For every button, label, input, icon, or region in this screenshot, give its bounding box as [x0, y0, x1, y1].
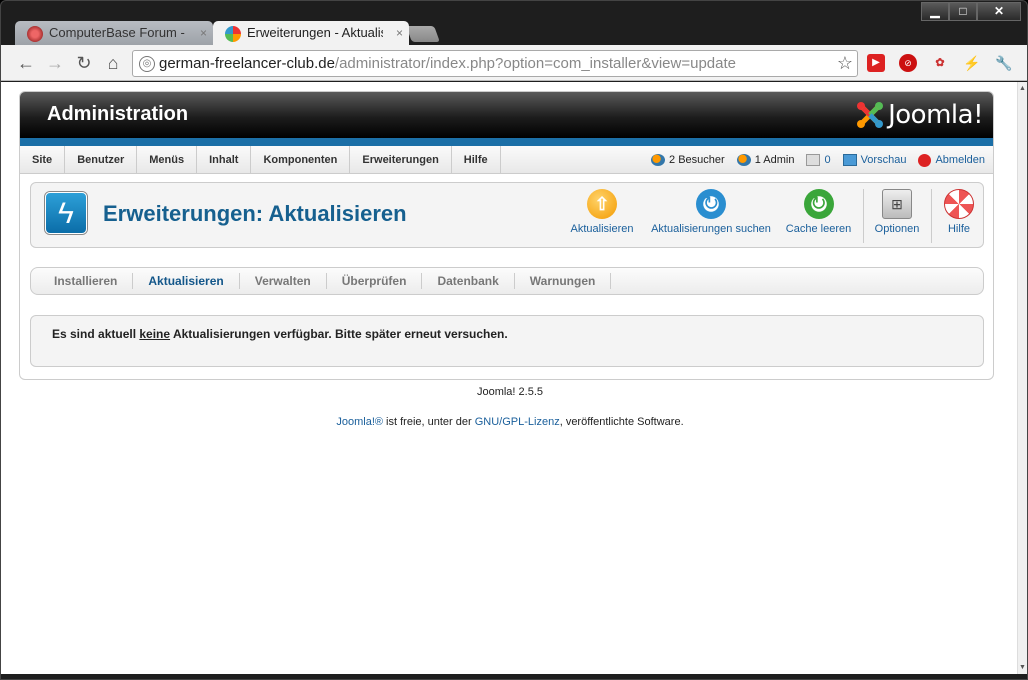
- tab-close-icon[interactable]: ×: [396, 21, 403, 45]
- admin-header: Administration Joomla!: [20, 92, 993, 138]
- back-arrow-icon[interactable]: ←: [14, 51, 38, 75]
- browser-toolbar: ← → ↻ ⌂ ◎ german-freelancer-club.de/admi…: [1, 45, 1027, 81]
- new-tab-button[interactable]: [406, 26, 440, 42]
- refresh-green-icon: ↻: [803, 189, 834, 219]
- purge-cache-button[interactable]: ↻ Cache leeren: [781, 189, 856, 235]
- mail-icon: [806, 154, 821, 166]
- menu-hilfe[interactable]: Hilfe: [452, 146, 501, 174]
- page-content: Administration Joomla! Site Benutzer Men…: [1, 82, 1019, 674]
- joomla-link[interactable]: Joomla!®: [336, 416, 383, 428]
- youtube-extension-icon[interactable]: ▶: [867, 54, 885, 72]
- computerbase-favicon-icon: [27, 26, 43, 42]
- version-text: Joomla! 2.5.5: [476, 386, 544, 398]
- arrow-up-icon: ⇧: [587, 189, 617, 219]
- no-updates-message: Es sind aktuell keine Aktualisierungen v…: [30, 315, 984, 367]
- logout-link[interactable]: Abmelden: [918, 153, 985, 167]
- installer-subtabs: Installieren Aktualisieren Verwalten Übe…: [30, 267, 984, 295]
- subtab-warnungen[interactable]: Warnungen: [515, 273, 612, 289]
- joomla-favicon-icon: [225, 26, 241, 42]
- visitors-status: 2 Besucher: [651, 154, 725, 166]
- lifebuoy-icon: [944, 189, 974, 219]
- scroll-down-icon[interactable]: ▼: [1019, 664, 1026, 671]
- users-icon: [651, 154, 666, 166]
- admin-icon: [736, 154, 751, 166]
- subtab-ueberpruefen[interactable]: Überprüfen: [327, 273, 423, 289]
- admins-status: 1 Admin: [736, 154, 794, 166]
- admin-title: Administration: [47, 103, 189, 125]
- tab-computerbase[interactable]: ComputerBase Forum - Ne ×: [15, 21, 213, 45]
- accent-bar: [20, 138, 993, 146]
- minimize-button[interactable]: ▁: [921, 2, 949, 21]
- wrench-menu-icon[interactable]: 🔧: [995, 54, 1013, 72]
- menu-site[interactable]: Site: [20, 146, 66, 174]
- window-controls: ▁ □ ✕: [921, 2, 1021, 21]
- joomla-logo: Joomla!: [855, 98, 983, 132]
- find-updates-button[interactable]: ↻ Aktualisierungen suchen: [646, 189, 776, 235]
- lightning-extension-icon[interactable]: ⚡: [963, 54, 981, 72]
- admin-menubar: Site Benutzer Menüs Inhalt Komponenten E…: [20, 146, 993, 174]
- adblock-extension-icon[interactable]: ⊘: [899, 54, 917, 72]
- reload-icon[interactable]: ↻: [72, 51, 96, 75]
- monitor-icon: [842, 154, 857, 166]
- menu-komponenten[interactable]: Komponenten: [251, 146, 351, 174]
- subtab-aktualisieren[interactable]: Aktualisieren: [133, 273, 240, 289]
- admin-container: Administration Joomla! Site Benutzer Men…: [19, 91, 994, 380]
- gpl-license-link[interactable]: GNU/GPL-Lizenz: [475, 416, 560, 428]
- home-icon[interactable]: ⌂: [101, 51, 125, 75]
- globe-icon: ◎: [139, 56, 155, 72]
- subtab-verwalten[interactable]: Verwalten: [240, 273, 327, 289]
- maximize-button[interactable]: □: [949, 2, 977, 21]
- options-sliders-icon: ⊞: [882, 189, 912, 219]
- messages-status[interactable]: 0: [806, 154, 831, 166]
- help-button[interactable]: Hilfe: [937, 189, 981, 235]
- refresh-blue-icon: ↻: [696, 189, 726, 219]
- admin-status: 2 Besucher 1 Admin 0 Vorschau Abmelden: [639, 146, 985, 174]
- page-title: Erweiterungen: Aktualisieren: [103, 201, 407, 226]
- tab-erweiterungen[interactable]: Erweiterungen - Aktualisier ×: [213, 21, 409, 45]
- menu-erweiterungen[interactable]: Erweiterungen: [350, 146, 452, 174]
- address-bar[interactable]: ◎ german-freelancer-club.de/administrato…: [132, 50, 858, 77]
- forward-arrow-icon[interactable]: →: [43, 51, 67, 75]
- browser-window: ▁ □ ✕ ComputerBase Forum - Ne × Erweiter…: [0, 0, 1028, 680]
- menu-inhalt[interactable]: Inhalt: [197, 146, 252, 174]
- subtab-datenbank[interactable]: Datenbank: [422, 273, 515, 289]
- joomla-logo-icon: [855, 100, 885, 130]
- extension-update-icon: ϟ: [45, 192, 87, 234]
- subtab-installieren[interactable]: Installieren: [39, 273, 134, 289]
- tab-strip: ComputerBase Forum - Ne × Erweiterungen …: [9, 21, 1019, 45]
- options-button[interactable]: ⊞ Optionen: [869, 189, 925, 235]
- update-button[interactable]: ⇧ Aktualisieren: [562, 189, 642, 235]
- footer-text: Joomla!® ist freie, unter der GNU/GPL-Li…: [336, 416, 684, 428]
- coupon-extension-icon[interactable]: ✿: [931, 54, 949, 72]
- vertical-scrollbar[interactable]: ▲ ▼: [1017, 82, 1027, 674]
- menu-benutzer[interactable]: Benutzer: [65, 146, 138, 174]
- preview-link[interactable]: Vorschau: [842, 154, 906, 166]
- bookmark-star-icon[interactable]: ☆: [837, 53, 853, 74]
- logout-icon: [918, 153, 932, 167]
- tab-close-icon[interactable]: ×: [200, 21, 207, 45]
- page-toolbar: ϟ Erweiterungen: Aktualisieren ⇧ Aktuali…: [30, 182, 984, 248]
- close-window-button[interactable]: ✕: [977, 2, 1021, 21]
- scroll-up-icon[interactable]: ▲: [1019, 85, 1026, 92]
- menu-menus[interactable]: Menüs: [137, 146, 198, 174]
